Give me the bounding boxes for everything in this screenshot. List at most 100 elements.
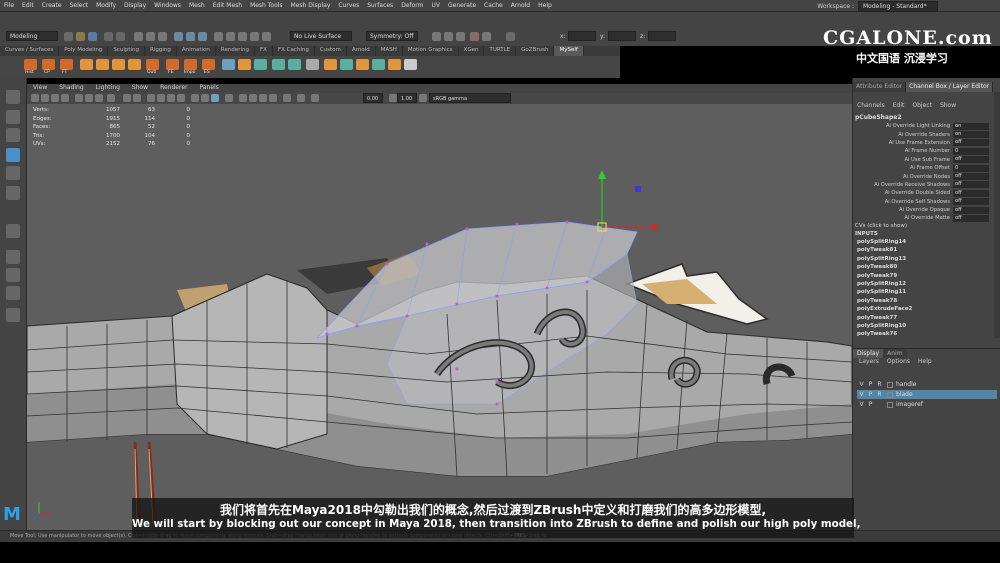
grid-icon[interactable] [254, 59, 267, 70]
menu-generate[interactable]: Generate [444, 2, 480, 9]
two-view-icon[interactable] [6, 268, 20, 282]
input-node[interactable]: polyTweak78 [857, 297, 997, 305]
menu-display[interactable]: Display [120, 2, 150, 9]
use-lights-icon[interactable] [191, 94, 199, 102]
image-plane-icon[interactable] [61, 94, 69, 102]
snap-surface-icon[interactable] [262, 32, 271, 41]
lock-camera-icon[interactable] [297, 94, 305, 102]
wire-on-shaded-icon[interactable] [167, 94, 175, 102]
input-node[interactable]: polyTweak81 [857, 246, 997, 254]
shelf-tab-rigging[interactable]: Rigging [145, 46, 177, 56]
x-field[interactable] [568, 31, 596, 41]
arnold-render-icon[interactable] [482, 32, 491, 41]
menu-help[interactable]: Help [534, 2, 556, 9]
shelf-tab-mash[interactable]: MASH [376, 46, 403, 56]
sphere-icon[interactable] [222, 59, 235, 70]
tab-channel-box[interactable]: Channel Box / Layer Editor [906, 82, 994, 92]
shelf-tab-fx[interactable]: FX [255, 46, 273, 56]
layer-menu-options[interactable]: Options [887, 358, 910, 365]
snap-curve-icon[interactable] [226, 32, 235, 41]
poly-cube-alt-icon[interactable] [96, 59, 109, 70]
layer-color-swatch[interactable] [887, 391, 893, 398]
layer-visibility-toggle[interactable]: V [857, 401, 866, 408]
layer-playback-toggle[interactable]: P [866, 381, 875, 388]
shelf-tab-myself[interactable]: MySelf [554, 46, 584, 56]
workspace-dropdown[interactable]: Modeling - Standard* [858, 1, 938, 12]
vp-menu-show[interactable]: Show [126, 84, 154, 93]
render-icon[interactable] [432, 32, 441, 41]
attribute-row[interactable]: Ai Frame Number 0 [853, 147, 1000, 155]
shelf-tab-rendering[interactable]: Rendering [216, 46, 255, 56]
extrude-icon[interactable] [356, 59, 369, 70]
input-node[interactable]: polySplitRing10 [857, 322, 997, 330]
attribute-row[interactable]: Ai Override Light Linking on [853, 122, 1000, 130]
menu-curves[interactable]: Curves [334, 2, 363, 9]
input-node[interactable]: polyTweak76 [857, 330, 997, 338]
hypershade-icon[interactable] [470, 32, 479, 41]
film-gate-icon[interactable] [85, 94, 93, 102]
gate-mask-icon[interactable] [107, 94, 115, 102]
shadows-icon[interactable] [201, 94, 209, 102]
poly-plane-icon[interactable] [128, 59, 141, 70]
redo-icon[interactable] [116, 32, 125, 41]
render-settings-icon[interactable] [456, 32, 465, 41]
tab-attribute-editor[interactable]: Attribute Editor [853, 82, 907, 92]
layer-row-handle[interactable]: V P R handle [857, 380, 997, 389]
layer-visibility-toggle[interactable]: V [857, 381, 866, 388]
attribute-row[interactable]: Ai Override Nodes off [853, 172, 1000, 181]
menu-mesh[interactable]: Mesh [185, 2, 209, 9]
tab-anim-layers[interactable]: Anim [883, 349, 907, 358]
rotate-tool-icon[interactable] [6, 166, 20, 180]
bookmark-icon[interactable] [51, 94, 59, 102]
attribute-value[interactable]: off [953, 139, 989, 147]
layer-color-swatch[interactable] [887, 381, 893, 388]
poly-cube-icon[interactable] [80, 59, 93, 70]
select-edge-icon[interactable] [186, 32, 195, 41]
center-pivot-button[interactable] [42, 59, 55, 70]
mode-dropdown[interactable]: Modeling [6, 31, 58, 41]
quad-draw-icon[interactable] [404, 59, 417, 70]
torus-icon[interactable] [238, 59, 251, 70]
smooth-shade-icon[interactable] [157, 94, 165, 102]
textured-icon[interactable] [177, 94, 185, 102]
shelf-tab-fx-caching[interactable]: FX Caching [273, 46, 315, 56]
input-node[interactable]: polyTweak80 [857, 263, 997, 271]
attribute-value[interactable]: on [953, 131, 989, 139]
shelf-tab-animation[interactable]: Animation [177, 46, 216, 56]
grid-toggle-icon[interactable] [75, 94, 83, 102]
import-button[interactable] [184, 59, 197, 70]
move-manipulator[interactable] [597, 170, 660, 232]
safe-action-icon[interactable] [133, 94, 141, 102]
attribute-value[interactable]: off [953, 214, 989, 222]
move-tool-icon[interactable] [6, 148, 20, 162]
cb-menu-object[interactable]: Object [912, 102, 932, 109]
select-object-icon[interactable] [146, 32, 155, 41]
paint-select-tool-icon[interactable] [6, 128, 20, 142]
tab-display-layers[interactable]: Display [853, 349, 884, 358]
attribute-row[interactable]: Ai Use Sub Frame off [853, 156, 1000, 164]
camera-attr-icon[interactable] [41, 94, 49, 102]
four-view-icon[interactable] [6, 250, 20, 264]
vp-menu-shading[interactable]: Shading [53, 84, 89, 93]
transform-mode-icon[interactable] [506, 32, 515, 41]
layer-menu-help[interactable]: Help [918, 358, 932, 365]
vp-menu-panels[interactable]: Panels [193, 84, 224, 93]
menu-mesh-display[interactable]: Mesh Display [287, 2, 335, 9]
input-node[interactable]: polySplitRing13 [857, 255, 997, 263]
z-field[interactable] [648, 31, 676, 41]
gamma-icon[interactable] [389, 94, 397, 102]
shelf-tab-custom[interactable]: Custom [315, 46, 347, 56]
anti-aliasing-icon[interactable] [259, 94, 267, 102]
menu-edit[interactable]: Edit [18, 2, 38, 9]
select-component-icon[interactable] [158, 32, 167, 41]
scale-tool-icon[interactable] [6, 186, 20, 200]
field-chart-icon[interactable] [123, 94, 131, 102]
attribute-value[interactable]: off [953, 198, 989, 206]
select-vertex-icon[interactable] [174, 32, 183, 41]
layer-reference-toggle[interactable]: R [875, 391, 884, 398]
xray-icon[interactable] [211, 94, 219, 102]
single-view-icon[interactable] [6, 224, 20, 238]
ambient-occlusion-icon[interactable] [239, 94, 247, 102]
persp-outliner-icon[interactable] [6, 286, 20, 300]
folder-open-icon[interactable] [76, 32, 85, 41]
